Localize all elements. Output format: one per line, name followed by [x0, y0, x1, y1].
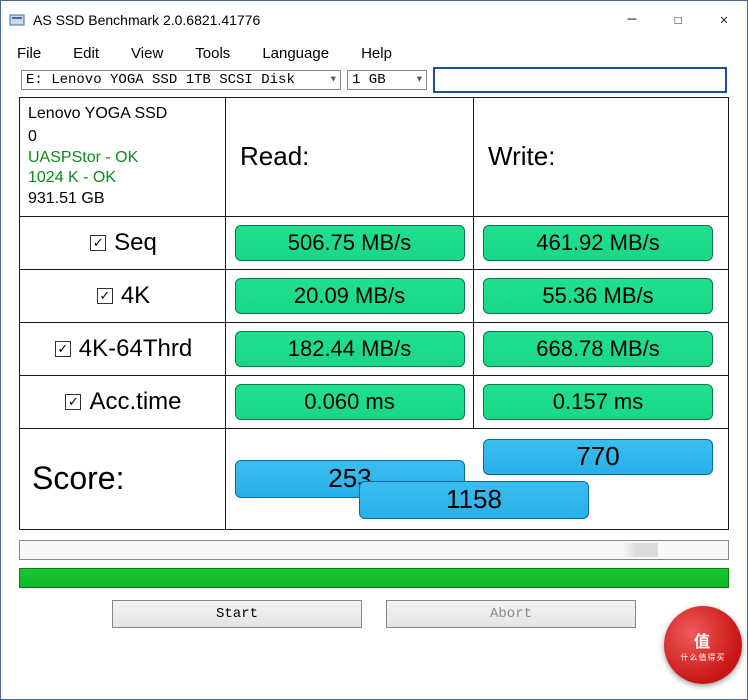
- abort-button[interactable]: Abort: [386, 600, 636, 628]
- acc-read-cell: 0.060 ms: [226, 376, 474, 428]
- menu-help[interactable]: Help: [361, 45, 392, 62]
- 4k-checkbox[interactable]: ✓: [97, 288, 113, 304]
- menu-tools[interactable]: Tools: [195, 45, 230, 62]
- maximize-button[interactable]: ☐: [655, 1, 701, 39]
- titlebar: AS SSD Benchmark 2.0.6821.41776 ─ ☐ ✕: [1, 1, 747, 39]
- device-align: 1024 K - OK: [28, 168, 221, 189]
- acc-read: 0.060 ms: [235, 384, 465, 420]
- watermark-main: 值: [694, 628, 712, 652]
- app-window: AS SSD Benchmark 2.0.6821.41776 ─ ☐ ✕ Fi…: [0, 0, 748, 700]
- score-write: 770: [483, 439, 713, 475]
- menu-edit[interactable]: Edit: [73, 45, 99, 62]
- toolbar: E: Lenovo YOGA SSD 1TB SCSI Disk ▼ 1 GB …: [1, 67, 747, 97]
- minimize-button[interactable]: ─: [609, 1, 655, 39]
- acc-write: 0.157 ms: [483, 384, 713, 420]
- close-button[interactable]: ✕: [701, 1, 747, 39]
- progress-fragment: [622, 543, 658, 557]
- score-label: Score:: [20, 429, 226, 529]
- acc-row: ✓ Acc.time 0.060 ms 0.157 ms: [20, 376, 728, 429]
- toolbar-text-input[interactable]: [433, 67, 727, 93]
- device-name: Lenovo YOGA SSD: [28, 104, 221, 125]
- seq-read-cell: 506.75 MB/s: [226, 217, 474, 269]
- acc-label-cell: ✓ Acc.time: [20, 376, 226, 428]
- acc-write-cell: 0.157 ms: [474, 376, 722, 428]
- drive-select-value: E: Lenovo YOGA SSD 1TB SCSI Disk: [26, 72, 295, 88]
- seq-write: 461.92 MB/s: [483, 225, 713, 261]
- acc-label: Acc.time: [89, 388, 181, 416]
- menu-file[interactable]: File: [17, 45, 41, 62]
- device-zero: 0: [28, 127, 221, 148]
- seq-write-cell: 461.92 MB/s: [474, 217, 722, 269]
- header-row: Lenovo YOGA SSD 0 UASPStor - OK 1024 K -…: [20, 98, 728, 217]
- device-info: Lenovo YOGA SSD 0 UASPStor - OK 1024 K -…: [20, 98, 226, 216]
- 4k-write: 55.36 MB/s: [483, 278, 713, 314]
- acc-checkbox[interactable]: ✓: [65, 394, 81, 410]
- button-row: Start Abort: [1, 596, 747, 638]
- seq-row: ✓ Seq 506.75 MB/s 461.92 MB/s: [20, 217, 728, 270]
- watermark-badge: 值 什么值得买: [664, 606, 742, 684]
- seq-read: 506.75 MB/s: [235, 225, 465, 261]
- size-select[interactable]: 1 GB ▼: [347, 70, 427, 90]
- start-button[interactable]: Start: [112, 600, 362, 628]
- score-row: Score: 253 770 1158: [20, 429, 728, 529]
- device-capacity: 931.51 GB: [28, 189, 221, 210]
- 4k64-label-cell: ✓ 4K-64Thrd: [20, 323, 226, 375]
- window-title: AS SSD Benchmark 2.0.6821.41776: [33, 12, 609, 28]
- chevron-down-icon: ▼: [417, 75, 422, 85]
- seq-label: Seq: [114, 229, 157, 257]
- 4k64-checkbox[interactable]: ✓: [55, 341, 71, 357]
- score-total: 1158: [359, 481, 589, 519]
- 4k-read: 20.09 MB/s: [235, 278, 465, 314]
- 4k64-read: 182.44 MB/s: [235, 331, 465, 367]
- results-table: Lenovo YOGA SSD 0 UASPStor - OK 1024 K -…: [19, 97, 729, 530]
- 4k64-label: 4K-64Thrd: [79, 335, 192, 363]
- 4k64-row: ✓ 4K-64Thrd 182.44 MB/s 668.78 MB/s: [20, 323, 728, 376]
- seq-label-cell: ✓ Seq: [20, 217, 226, 269]
- 4k-write-cell: 55.36 MB/s: [474, 270, 722, 322]
- window-controls: ─ ☐ ✕: [609, 1, 747, 39]
- 4k64-write: 668.78 MB/s: [483, 331, 713, 367]
- 4k-read-cell: 20.09 MB/s: [226, 270, 474, 322]
- 4k-label: 4K: [121, 282, 150, 310]
- seq-checkbox[interactable]: ✓: [90, 235, 106, 251]
- 4k-row: ✓ 4K 20.09 MB/s 55.36 MB/s: [20, 270, 728, 323]
- read-header: Read:: [226, 98, 474, 216]
- 4k64-write-cell: 668.78 MB/s: [474, 323, 722, 375]
- chevron-down-icon: ▼: [331, 75, 336, 85]
- device-driver: UASPStor - OK: [28, 148, 221, 169]
- progress-bar-partial: [19, 540, 729, 560]
- progress-bar-full: [19, 568, 729, 588]
- app-icon: [9, 12, 25, 28]
- watermark-sub: 什么值得买: [681, 652, 726, 663]
- menu-view[interactable]: View: [131, 45, 163, 62]
- menu-language[interactable]: Language: [262, 45, 329, 62]
- drive-select[interactable]: E: Lenovo YOGA SSD 1TB SCSI Disk ▼: [21, 70, 341, 90]
- size-select-value: 1 GB: [352, 72, 386, 88]
- score-write-cell: 770 1158: [474, 429, 722, 529]
- write-header: Write:: [474, 98, 722, 216]
- 4k64-read-cell: 182.44 MB/s: [226, 323, 474, 375]
- menubar: File Edit View Tools Language Help: [1, 39, 747, 67]
- 4k-label-cell: ✓ 4K: [20, 270, 226, 322]
